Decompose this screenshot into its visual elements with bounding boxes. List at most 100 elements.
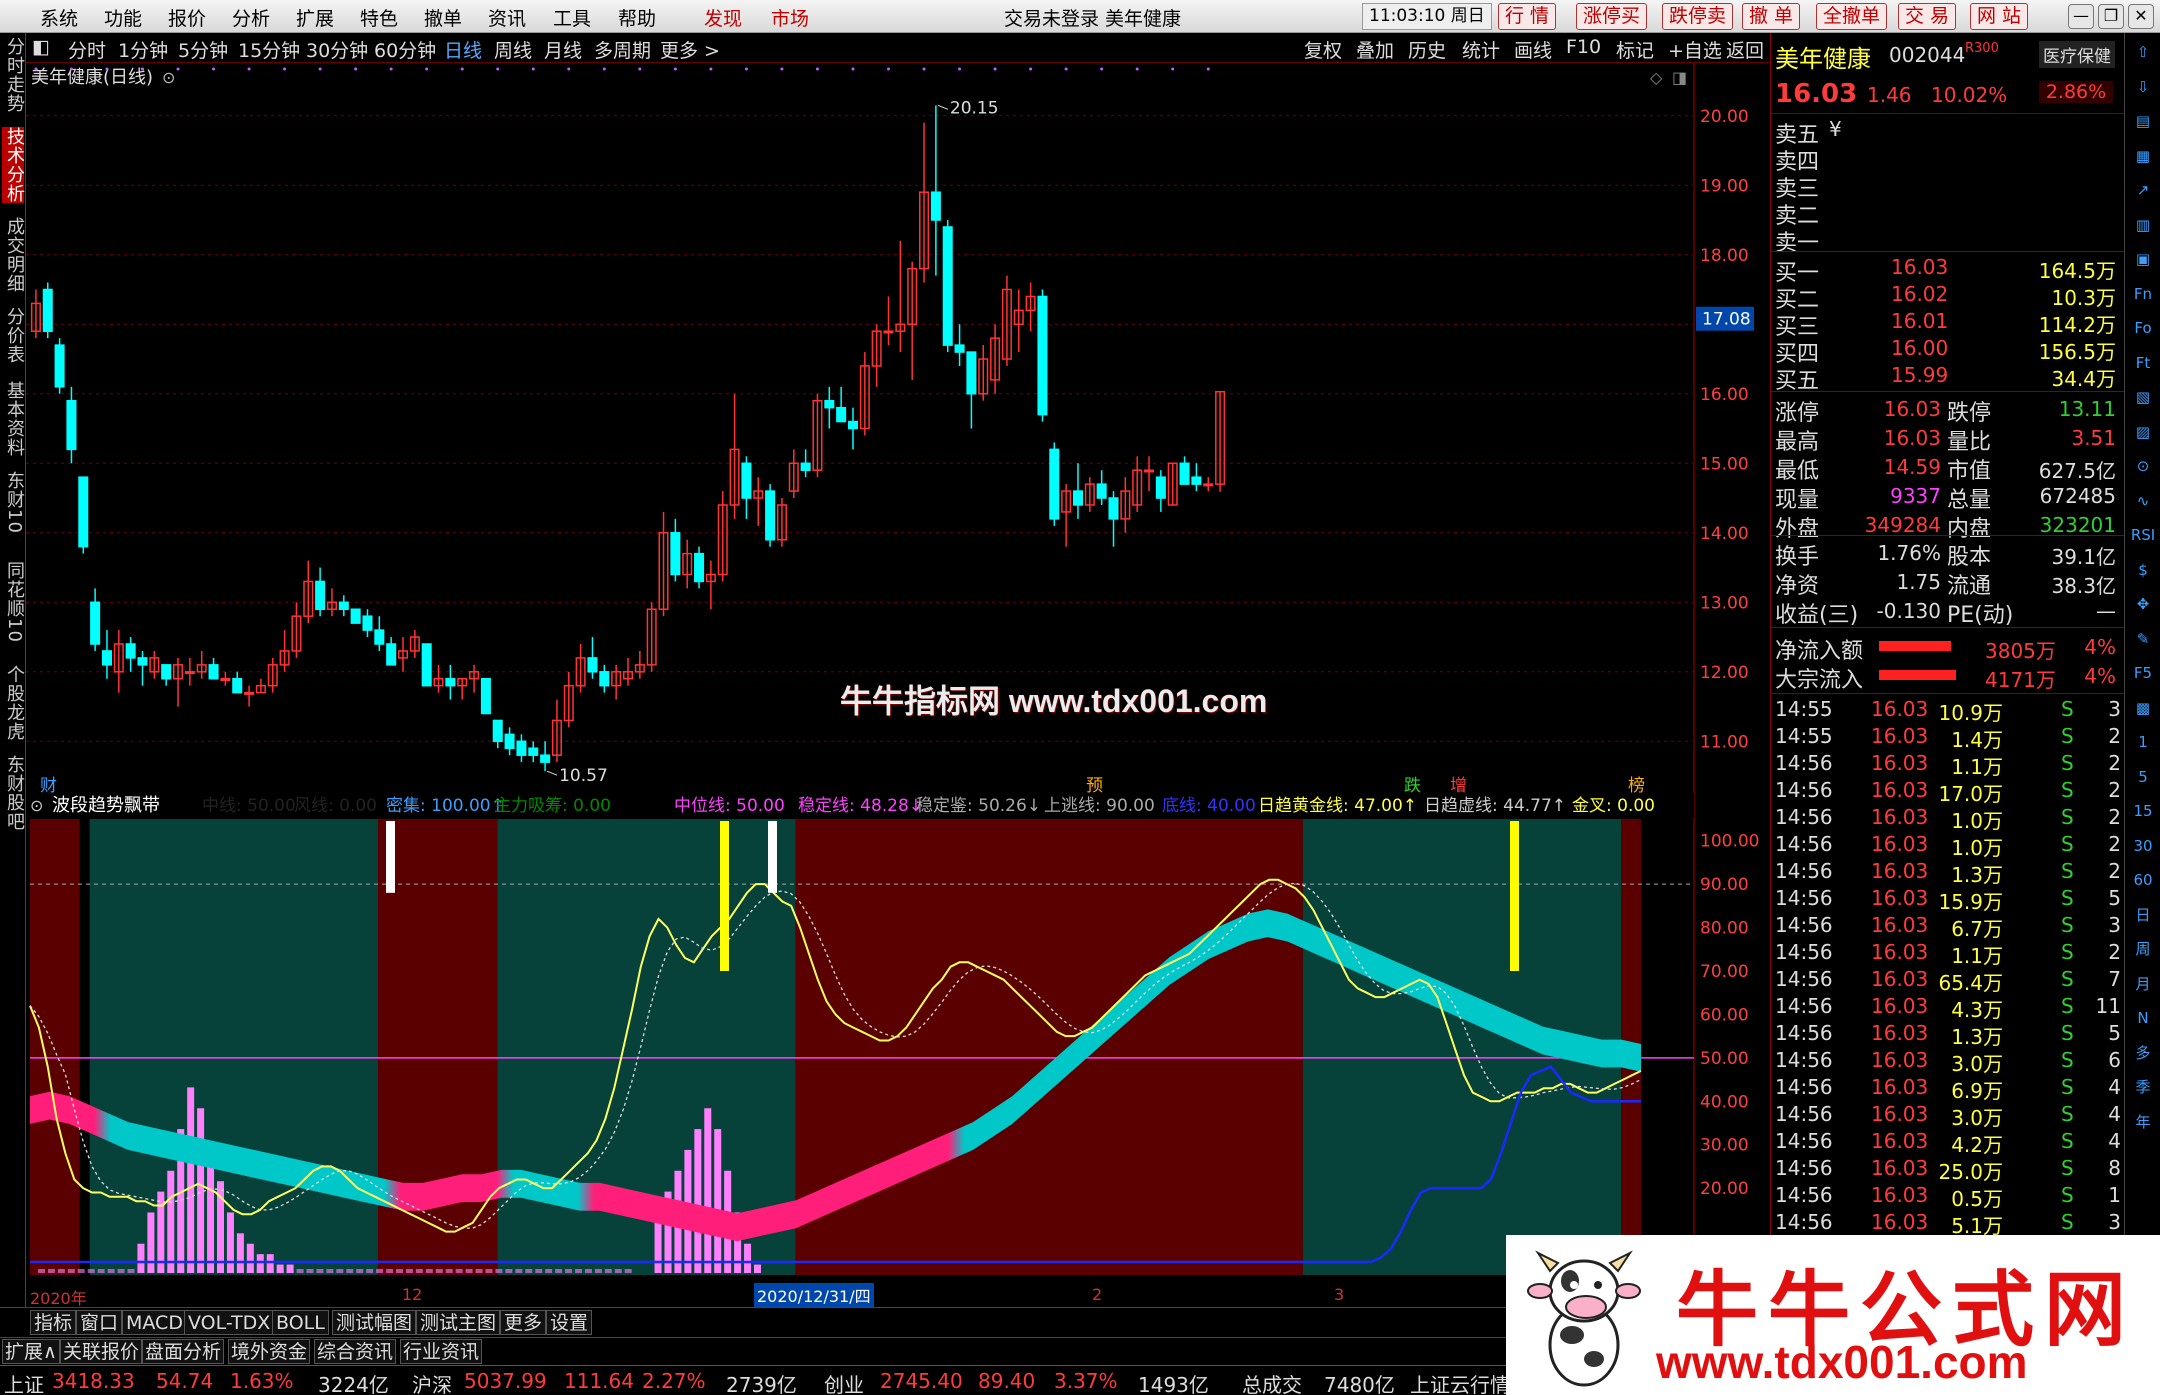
tab-technical[interactable]: 技术分析 [2,127,25,203]
toolbar-icon[interactable]: 30 [2129,833,2157,861]
title-chevron-icon[interactable]: ⊙ [162,68,175,87]
banner-url[interactable]: www.tdx001.com [1656,1335,2028,1389]
indicator-tab[interactable]: 窗口 [76,1310,123,1335]
indicator-tab[interactable]: VOL-TDX [184,1310,275,1335]
indicator-tab[interactable]: 更多 [500,1310,547,1335]
tab-dragon-tiger[interactable]: 个股龙虎 [2,665,25,741]
period-5min[interactable]: 5分钟 [178,36,228,63]
toolbar-restore-rights[interactable]: 复权 [1304,36,1342,63]
indicator-tab[interactable]: 设置 [546,1310,593,1335]
toolbar-icon[interactable]: 5 [2129,764,2157,792]
toolbar-icon[interactable]: ▣ [2129,246,2157,274]
indicator-collapse-icon[interactable]: ⊙ [30,796,43,815]
limit-up-buy-button[interactable]: 涨停买 [1576,3,1648,30]
menu-item-feature[interactable]: 特色 [360,4,398,31]
menu-item-cancel[interactable]: 撤单 [424,4,462,31]
website-button[interactable]: 网 站 [1970,3,2029,30]
info-tab[interactable]: 关联报价 [60,1339,143,1364]
toolbar-mark[interactable]: 标记 [1616,36,1654,63]
sh-index-label[interactable]: 上证 [4,1369,44,1395]
toolbar-icon[interactable]: 月 [2129,971,2157,999]
menu-item-help[interactable]: 帮助 [618,4,656,31]
news-ticker[interactable]: 上证云行情 [1410,1369,1510,1395]
menu-item-extend[interactable]: 扩展 [296,4,334,31]
toolbar-draw[interactable]: 画线 [1514,36,1552,63]
info-tab[interactable]: 综合资讯 [314,1339,397,1364]
menu-item-discover[interactable]: 发现 [704,4,742,31]
indicator-tab[interactable]: 测试主图 [416,1310,501,1335]
limit-down-sell-button[interactable]: 跌停卖 [1662,3,1734,30]
menu-item-analysis[interactable]: 分析 [232,4,270,31]
period-intraday[interactable]: 分时 [68,36,106,63]
tab-price-table[interactable]: 分价表 [2,307,25,364]
menu-item-system[interactable]: 系统 [40,4,78,31]
toolbar-add-watch[interactable]: +自选 [1668,36,1722,63]
toolbar-icon[interactable]: ▥ [2129,212,2157,240]
toolbar-icon[interactable]: ▤ [2129,108,2157,136]
toolbar-icon[interactable]: ⇧ [2129,39,2157,67]
toolbar-icon[interactable]: ✎ [2129,626,2157,654]
panel-toggle-icon[interactable]: ◧ [32,36,50,58]
toolbar-f10[interactable]: F10 [1566,36,1601,58]
tab-intraday[interactable]: 分时走势 [2,37,25,113]
toolbar-icon[interactable]: N [2129,1005,2157,1033]
toolbar-back[interactable]: 返回 [1726,36,1764,63]
toolbar-icon[interactable]: 年 [2129,1109,2157,1137]
close-icon[interactable]: ✕ [2128,4,2154,29]
menu-item-function[interactable]: 功能 [104,4,142,31]
period-30min[interactable]: 30分钟 [306,36,368,63]
indicator-tab[interactable]: 指标 [30,1310,77,1335]
period-15min[interactable]: 15分钟 [238,36,300,63]
toolbar-icon[interactable]: RSI [2129,522,2157,550]
toolbar-icon[interactable]: Fo [2129,315,2157,343]
toolbar-icon[interactable]: ▧ [2129,384,2157,412]
menu-item-news[interactable]: 资讯 [488,4,526,31]
tab-ths10[interactable]: 同花顺10 [2,561,25,643]
toolbar-icon[interactable]: Ft [2129,350,2157,378]
toolbar-icon[interactable]: ▩ [2129,695,2157,723]
tab-eastmoney10[interactable]: 东财10 [2,471,25,534]
toolbar-icon[interactable]: ⊙ [2129,453,2157,481]
toolbar-icon[interactable]: 60 [2129,867,2157,895]
toolbar-icon[interactable]: 季 [2129,1074,2157,1102]
period-weekly[interactable]: 周线 [494,36,532,63]
period-multi[interactable]: 多周期 [594,36,651,63]
period-1min[interactable]: 1分钟 [118,36,168,63]
sz-index-label[interactable]: 沪深 [412,1369,452,1395]
toolbar-stats[interactable]: 统计 [1462,36,1500,63]
toolbar-icon[interactable]: Fn [2129,281,2157,309]
toolbar-overlay[interactable]: 叠加 [1356,36,1394,63]
info-tab[interactable]: 扩展∧ [2,1339,60,1364]
toolbar-icon[interactable]: ∿ [2129,488,2157,516]
menu-item-quote[interactable]: 报价 [168,4,206,31]
cancel-all-button[interactable]: 全撤单 [1816,3,1888,30]
toolbar-icon[interactable]: ▨ [2129,419,2157,447]
indicator-tab[interactable]: BOLL [272,1310,329,1335]
industry-badge[interactable]: 医疗保健 [2039,41,2115,68]
toolbar-icon[interactable]: ↗ [2129,177,2157,205]
cancel-order-button[interactable]: 撤 单 [1742,3,1801,30]
tab-fundamentals[interactable]: 基本资料 [2,381,25,457]
toolbar-history[interactable]: 历史 [1408,36,1446,63]
toolbar-icon[interactable]: 1 [2129,729,2157,757]
toolbar-icon[interactable]: 日 [2129,902,2157,930]
period-more[interactable]: 更多 > [660,36,720,63]
info-tab[interactable]: 行业资讯 [400,1339,483,1364]
toolbar-icon[interactable]: ⇩ [2129,74,2157,102]
period-monthly[interactable]: 月线 [544,36,582,63]
toolbar-icon[interactable]: ▦ [2129,143,2157,171]
toolbar-icon[interactable]: 多 [2129,1040,2157,1068]
cy-index-label[interactable]: 创业 [824,1369,864,1395]
info-tab[interactable]: 境外资金 [228,1339,311,1364]
window-icon[interactable]: ◨ [1672,68,1687,87]
period-60min[interactable]: 60分钟 [374,36,436,63]
trade-button[interactable]: 交 易 [1898,3,1957,30]
menu-item-market[interactable]: 市场 [771,4,809,31]
tab-guba[interactable]: 东财股吧 [2,755,25,831]
toolbar-icon[interactable]: 周 [2129,936,2157,964]
restore-icon[interactable]: ❐ [2098,4,2124,29]
minimize-icon[interactable]: — [2068,4,2094,29]
tab-trade-detail[interactable]: 成交明细 [2,217,25,293]
period-daily[interactable]: 日线 [444,36,482,63]
indicator-tab[interactable]: MACD [122,1310,187,1335]
